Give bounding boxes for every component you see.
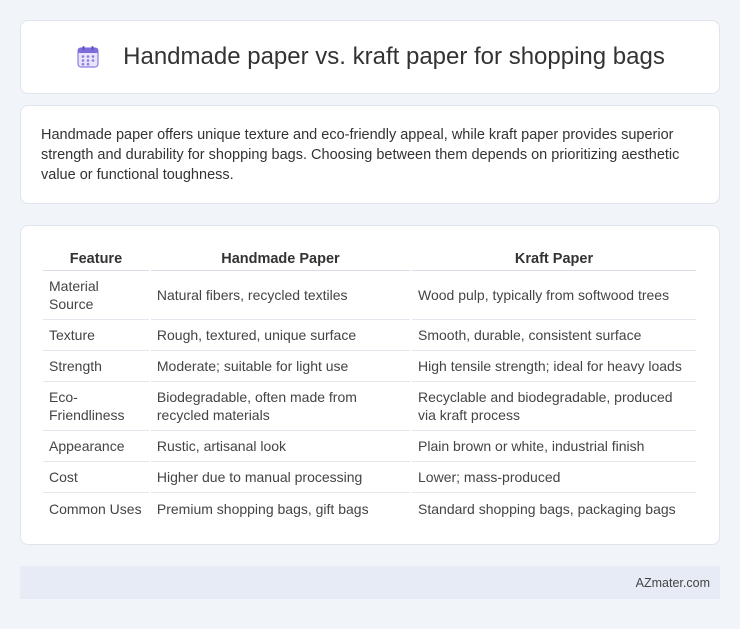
table-header-row: Feature Handmade Paper Kraft Paper [43,246,696,271]
cell-handmade: Premium shopping bags, gift bags [156,500,369,517]
header-kraft-paper: Kraft Paper [412,246,696,271]
cell-feature: Material Source [43,271,149,320]
calendar-icon [77,46,99,68]
table-row: Eco-Friendliness Biodegradable, often ma… [43,382,696,431]
cell-handmade: Moderate; suitable for light use [150,351,411,382]
cell-handmade: Higher due to manual processing [150,462,411,493]
page-title: Handmade paper vs. kraft paper for shopp… [123,43,665,70]
cell-feature: Common Uses [49,500,142,517]
cell-kraft: Smooth, durable, consistent surface [412,320,696,351]
comparison-table: Feature Handmade Paper Kraft Paper Mater… [41,246,698,524]
cell-kraft: Lower; mass-produced [412,462,696,493]
description-text: Handmade paper offers unique texture and… [41,127,680,183]
table-row: Cost Higher due to manual processing Low… [43,462,696,493]
cell-feature: Cost [43,462,149,493]
table-row: Texture Rough, textured, unique surface … [43,320,696,351]
header-handmade-paper: Handmade Paper [150,246,411,271]
cell-feature: Eco-Friendliness [43,382,149,431]
cell-feature: Texture [43,320,149,351]
cell-kraft: High tensile strength; ideal for heavy l… [412,351,696,382]
title-card: Handmade paper vs. kraft paper for shopp… [20,20,720,94]
cell-feature: Strength [43,351,149,382]
table-row: Material Source Natural fibers, recycled… [43,271,696,320]
description-card: Handmade paper offers unique texture and… [20,105,720,204]
cell-handmade: Rough, textured, unique surface [150,320,411,351]
table-row: Strength Moderate; suitable for light us… [43,351,696,382]
header-feature: Feature [43,246,149,271]
cell-feature: Appearance [43,431,149,462]
title-row: Handmade paper vs. kraft paper for shopp… [75,43,665,71]
cell-kraft: Standard shopping bags, packaging bags [418,500,676,517]
comparison-table-card: Feature Handmade Paper Kraft Paper Mater… [20,225,720,545]
footer: AZmater.com [20,566,720,599]
table-row: Appearance Rustic, artisanal look Plain … [43,431,696,462]
page: Handmade paper vs. kraft paper for shopp… [0,0,740,629]
cell-kraft: Wood pulp, typically from softwood trees [412,271,696,320]
table-row: Common Uses Premium shopping bags, gift … [43,493,696,524]
cell-kraft: Recyclable and biodegradable, produced v… [412,382,696,431]
cell-handmade: Rustic, artisanal look [150,431,411,462]
cell-handmade: Biodegradable, often made from recycled … [150,382,411,431]
footer-brand: AZmater.com [635,575,710,590]
cell-handmade: Natural fibers, recycled textiles [150,271,411,320]
cell-kraft: Plain brown or white, industrial finish [412,431,696,462]
